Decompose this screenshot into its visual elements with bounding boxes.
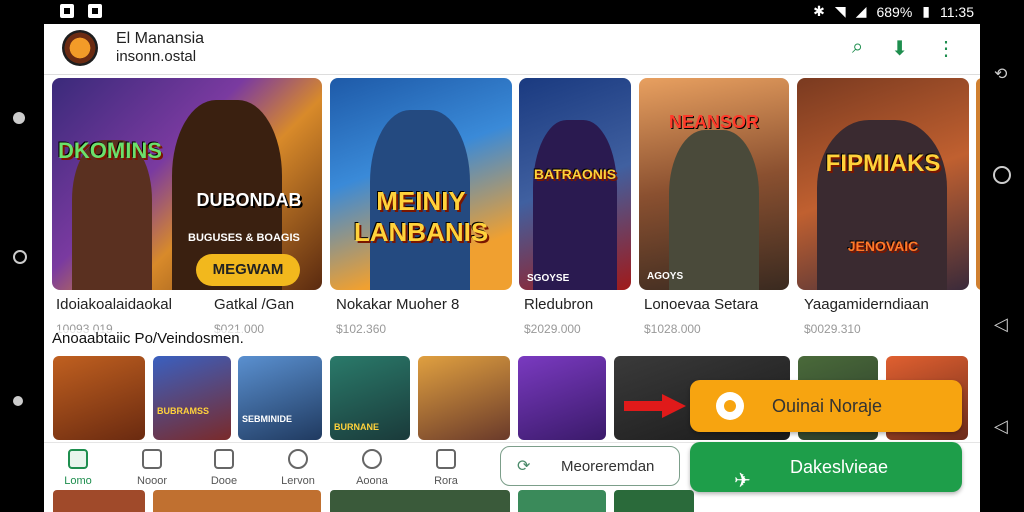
card-name[interactable]: Gatkal /Gan bbox=[214, 296, 294, 313]
nav-item-flag[interactable]: Rora bbox=[416, 449, 476, 487]
game-thumb[interactable]: BURNANE bbox=[330, 356, 410, 440]
status-bar: ✱ ◥ ◢ 689% ▮ 11:35 bbox=[0, 0, 1024, 24]
game-thumb[interactable] bbox=[53, 356, 145, 440]
clock: 11:35 bbox=[940, 3, 974, 20]
section-title: Anoaabtaiic Po/Veindosmen. bbox=[52, 330, 244, 347]
featured-card[interactable]: FIPMIAKS JENOVAIC bbox=[797, 78, 969, 290]
nav-label: Rora bbox=[434, 475, 458, 487]
right-nav-bar: ⟲ ◁ ◁ bbox=[980, 24, 1024, 512]
nav-dot-icon[interactable] bbox=[13, 112, 25, 124]
wifi-icon: ◥ bbox=[834, 3, 846, 19]
card-art-title: DKOMINS bbox=[58, 138, 162, 163]
game-thumb[interactable] bbox=[518, 356, 606, 440]
app-window: El Manansia insonn.ostal ⌕ ⬇ ⋮ DKOMINS D… bbox=[44, 24, 980, 512]
share-button-label: Dakeslvieae bbox=[790, 457, 889, 477]
game-thumb[interactable] bbox=[418, 356, 510, 440]
game-thumb[interactable] bbox=[518, 490, 606, 512]
card-name[interactable]: Nokakar Muoher 8 bbox=[336, 296, 459, 313]
vibrate-icon: ✱ bbox=[813, 3, 825, 19]
featured-card-peek[interactable] bbox=[976, 78, 980, 290]
home-nav-icon[interactable] bbox=[993, 166, 1011, 184]
more-button[interactable]: ⟳ Meoreremdan bbox=[500, 446, 680, 486]
card-caption: AGOYS bbox=[647, 271, 684, 282]
game-thumb[interactable] bbox=[153, 490, 321, 512]
game-thumb[interactable]: SEBMINIDE bbox=[238, 356, 322, 440]
battery-icon: ▮ bbox=[922, 3, 930, 19]
card-caption: SGOYSE bbox=[527, 273, 570, 284]
flag-icon bbox=[436, 449, 456, 469]
card-price: $1028.000 bbox=[644, 322, 701, 336]
twitter-icon: ✈ bbox=[734, 470, 751, 492]
card-badge-button[interactable]: MEGWAM bbox=[196, 254, 300, 286]
card-name[interactable]: Yaagamiderndiaan bbox=[804, 296, 929, 313]
card-name[interactable]: Lonoevaa Setara bbox=[644, 296, 758, 313]
card-art-title: DUBONDAB bbox=[196, 190, 302, 210]
featured-card[interactable]: MEINIY LANBANIS bbox=[330, 78, 512, 290]
nav-label: Lervon bbox=[281, 475, 315, 487]
left-nav-bar bbox=[0, 24, 44, 512]
thumb-label: SEBMINIDE bbox=[242, 414, 293, 424]
online-play-label: Ouinai Noraje bbox=[772, 396, 883, 416]
search-icon[interactable]: ⌕ bbox=[852, 36, 863, 61]
nav-circle-icon[interactable] bbox=[13, 250, 27, 264]
app-logo[interactable] bbox=[62, 30, 98, 66]
nav-label: Aoona bbox=[356, 475, 388, 487]
signal-icon: ◢ bbox=[855, 3, 867, 19]
news-icon bbox=[142, 449, 162, 469]
search-icon bbox=[288, 449, 308, 469]
arrow-icon bbox=[624, 394, 686, 418]
card-price: $0029.310 bbox=[804, 322, 861, 336]
thumb-label: BURNANE bbox=[334, 422, 379, 432]
chat-icon bbox=[362, 449, 382, 469]
featured-card[interactable]: DKOMINS DUBONDAB BUGUSES & BOAGIS MEGWAM bbox=[52, 78, 322, 290]
nav-label: Nooor bbox=[137, 475, 167, 487]
card-price: $102.360 bbox=[336, 322, 387, 336]
nav-item-list[interactable]: Dooe bbox=[194, 449, 254, 487]
card-art-title: FIPMIAKS bbox=[825, 150, 941, 177]
notification-icon bbox=[60, 4, 74, 18]
game-thumb[interactable] bbox=[614, 490, 694, 512]
more-button-label: Meoreremdan bbox=[561, 458, 655, 475]
nav-item-news[interactable]: Nooor bbox=[122, 449, 182, 487]
card-name[interactable]: Rledubron bbox=[524, 296, 593, 313]
more-vert-icon[interactable]: ⋮ bbox=[936, 36, 956, 61]
list-icon bbox=[214, 449, 234, 469]
nav-item-home[interactable]: Lomo bbox=[48, 449, 108, 487]
nav-label: Dooe bbox=[210, 475, 238, 487]
chat-bubble-icon bbox=[716, 392, 744, 420]
download-icon[interactable]: ⬇ bbox=[891, 36, 908, 61]
sync-icon: ⟳ bbox=[517, 458, 531, 475]
card-art-title: NEANSOR bbox=[668, 112, 759, 132]
rotate-icon[interactable]: ⟲ bbox=[994, 64, 1007, 84]
thumb-label: BUBRAMSS bbox=[157, 406, 210, 416]
share-button[interactable]: ✈ Dakeslvieae bbox=[690, 442, 962, 492]
app-title: El Manansia bbox=[116, 30, 205, 47]
featured-card[interactable]: BATRAONIS SGOYSE bbox=[519, 78, 631, 290]
card-name[interactable]: Idoiakoalaidaokal bbox=[56, 296, 172, 313]
card-caption: BUGUSES & BOAGIS bbox=[188, 232, 300, 244]
featured-card[interactable]: NEANSOR AGOYS bbox=[639, 78, 789, 290]
back-nav-icon[interactable]: ◁ bbox=[994, 314, 1008, 335]
game-thumb[interactable] bbox=[53, 490, 145, 512]
online-play-button[interactable]: Ouinai Noraje bbox=[690, 380, 962, 432]
app-bar: El Manansia insonn.ostal ⌕ ⬇ ⋮ bbox=[44, 24, 980, 75]
battery-percent: 689% bbox=[876, 3, 913, 20]
card-price: $2029.000 bbox=[524, 322, 581, 336]
nav-item-search[interactable]: Lervon bbox=[268, 449, 328, 487]
back-nav-icon-2[interactable]: ◁ bbox=[994, 416, 1008, 437]
card-art-title: BATRAONIS bbox=[533, 166, 617, 182]
game-thumb[interactable] bbox=[330, 490, 510, 512]
notification-icon-2 bbox=[88, 4, 102, 18]
card-caption: JENOVAIC bbox=[847, 238, 919, 254]
card-art-title: MEINIY LANBANIS bbox=[353, 186, 489, 247]
nav-label: Lomo bbox=[64, 475, 92, 487]
home-icon bbox=[68, 449, 88, 469]
game-thumb[interactable]: BUBRAMSS bbox=[153, 356, 231, 440]
featured-row: DKOMINS DUBONDAB BUGUSES & BOAGIS MEGWAM… bbox=[52, 78, 980, 293]
nav-settings-icon[interactable] bbox=[13, 396, 23, 406]
nav-item-chat[interactable]: Aoona bbox=[342, 449, 402, 487]
app-subtitle: insonn.ostal bbox=[116, 48, 197, 65]
